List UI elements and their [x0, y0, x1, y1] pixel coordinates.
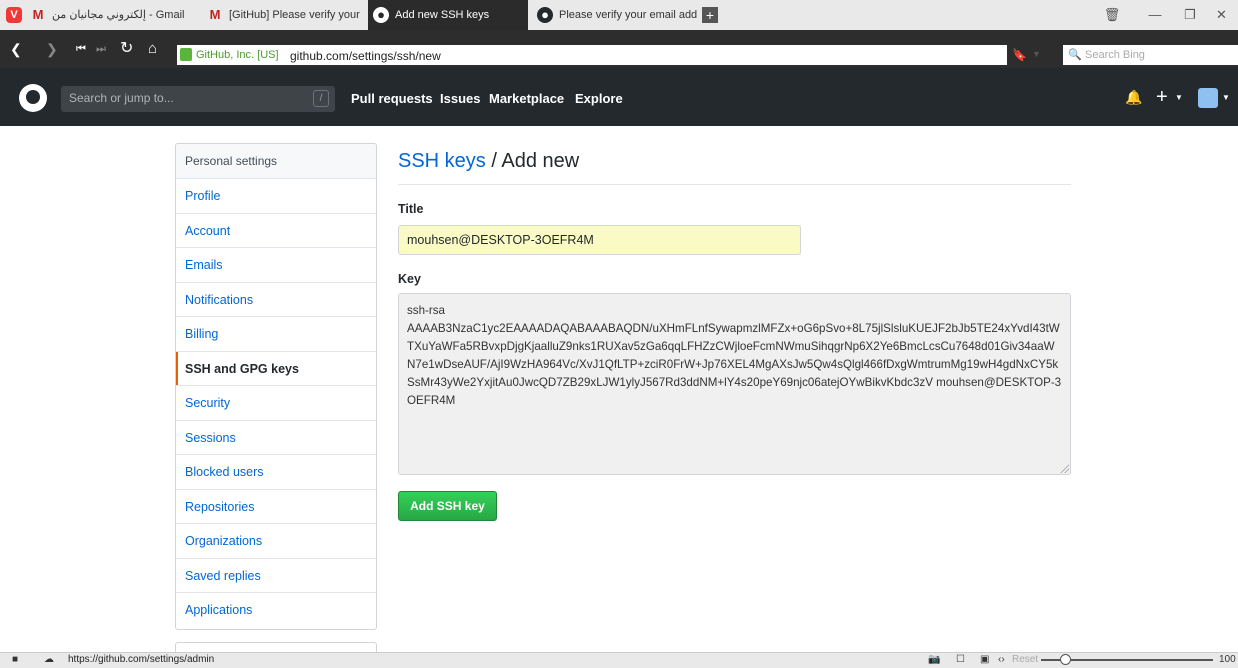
cloud-icon[interactable]: ☁ [44, 654, 54, 665]
sidebar-heading: Personal settings [176, 144, 376, 179]
browser-tab-verify-email[interactable]: ● Please verify your email add [532, 0, 697, 30]
search-icon[interactable]: 🔍 [1068, 48, 1082, 61]
title-input[interactable] [398, 225, 801, 255]
settings-sidebar: Personal settings Profile Account Emails… [175, 143, 377, 630]
bookmark-icon[interactable]: 🔖 [1012, 48, 1027, 62]
reload-icon[interactable]: ↻ [120, 40, 133, 58]
sidebar-item-emails[interactable]: Emails [176, 248, 376, 283]
sidebar-item-sessions[interactable]: Sessions [176, 421, 376, 455]
new-tab-button[interactable]: + [702, 7, 718, 23]
tab-label: Please verify your email add [559, 9, 697, 21]
github-search-placeholder: Search or jump to... [69, 91, 174, 105]
lock-icon[interactable] [180, 48, 192, 61]
browser-search-placeholder: Search Bing [1085, 49, 1145, 61]
zoom-slider-handle[interactable] [1060, 654, 1071, 665]
nav-marketplace[interactable]: Marketplace [489, 91, 564, 106]
vivaldi-logo-icon[interactable]: V [6, 7, 22, 23]
sidebar-item-saved-replies[interactable]: Saved replies [176, 559, 376, 593]
secondary-sidebar-box [175, 642, 377, 652]
resize-handle[interactable] [1060, 464, 1069, 473]
tile-icon[interactable]: ☐ [956, 654, 965, 665]
zoom-reset-button[interactable]: Reset [1012, 654, 1038, 665]
maximize-button[interactable]: ❐ [1170, 0, 1210, 30]
sidebar-item-billing[interactable]: Billing [176, 317, 376, 352]
title-label: Title [398, 202, 424, 216]
gmail-icon: M [32, 7, 44, 23]
tab-label: [GitHub] Please verify your [229, 9, 360, 21]
sidebar-item-profile[interactable]: Profile [176, 179, 376, 214]
browser-tab-add-ssh-keys[interactable]: ● Add new SSH keys [368, 0, 528, 30]
plus-icon[interactable]: + [1156, 86, 1168, 108]
sidebar-item-blocked-users[interactable]: Blocked users [176, 455, 376, 490]
camera-icon[interactable]: 📷 [928, 654, 940, 665]
browser-tab-github-verify-mail[interactable]: M [GitHub] Please verify your [207, 0, 367, 30]
chevron-down-icon[interactable]: ▼ [1175, 93, 1183, 102]
forward-icon[interactable]: ❯ [46, 40, 58, 58]
divider [398, 184, 1071, 185]
back-icon[interactable]: ❮ [10, 40, 22, 58]
url-text[interactable]: github.com/settings/ssh/new [290, 49, 441, 63]
nav-explore[interactable]: Explore [575, 91, 623, 106]
status-url: https://github.com/settings/admin [68, 654, 215, 665]
tab-label: إلكتروني مجانيان من - Gmail [52, 9, 185, 21]
sidebar-item-notifications[interactable]: Notifications [176, 283, 376, 317]
chevron-down-icon[interactable]: ▼ [1032, 49, 1041, 59]
rewind-icon[interactable]: ⏮ [76, 40, 86, 58]
zoom-level: 100 [1219, 654, 1236, 665]
github-icon: ● [537, 7, 553, 24]
minimize-button[interactable]: — [1135, 0, 1175, 30]
sidebar-item-ssh-gpg-keys[interactable]: SSH and GPG keys [176, 351, 376, 386]
fast-forward-icon[interactable]: ⏭ [96, 40, 106, 58]
key-label: Key [398, 272, 421, 286]
sidebar-item-security[interactable]: Security [176, 386, 376, 421]
tab-label: Add new SSH keys [395, 9, 490, 21]
chevron-down-icon[interactable]: ▼ [1222, 93, 1230, 102]
code-icon[interactable]: ‹› [998, 654, 1005, 665]
nav-pull-requests[interactable]: Pull requests [351, 91, 433, 106]
page-title-rest: / Add new [485, 150, 580, 172]
sidebar-item-organizations[interactable]: Organizations [176, 524, 376, 559]
key-textarea[interactable]: ssh-rsa AAAAB3NzaC1yc2EAAAADAQABAAABAQDN… [398, 293, 1071, 475]
close-button[interactable]: ✕ [1205, 0, 1238, 30]
avatar[interactable] [1198, 88, 1218, 108]
nav-issues[interactable]: Issues [440, 91, 480, 106]
gmail-icon: M [209, 7, 221, 23]
add-ssh-key-button[interactable]: Add SSH key [398, 491, 497, 521]
sidebar-item-account[interactable]: Account [176, 214, 376, 248]
ssh-keys-link[interactable]: SSH keys [398, 150, 486, 172]
panel-toggle-icon[interactable]: ■ [12, 654, 18, 665]
slash-shortcut-hint: / [313, 90, 329, 107]
home-icon[interactable]: ⌂ [148, 40, 157, 58]
trash-icon[interactable]: 🗑 [1092, 0, 1132, 30]
page-title: SSH keys / Add new [398, 150, 579, 173]
sidebar-item-applications[interactable]: Applications [176, 593, 376, 628]
browser-tab-gmail[interactable]: M إلكتروني مجانيان من - Gmail [30, 0, 200, 30]
certificate-label[interactable]: GitHub, Inc. [US] [196, 49, 279, 61]
sidebar-item-repositories[interactable]: Repositories [176, 490, 376, 524]
github-logo-icon[interactable] [19, 84, 47, 112]
image-icon[interactable]: ▣ [980, 654, 989, 665]
bell-icon[interactable]: 🔔 [1125, 89, 1142, 106]
github-icon: ● [373, 7, 389, 24]
